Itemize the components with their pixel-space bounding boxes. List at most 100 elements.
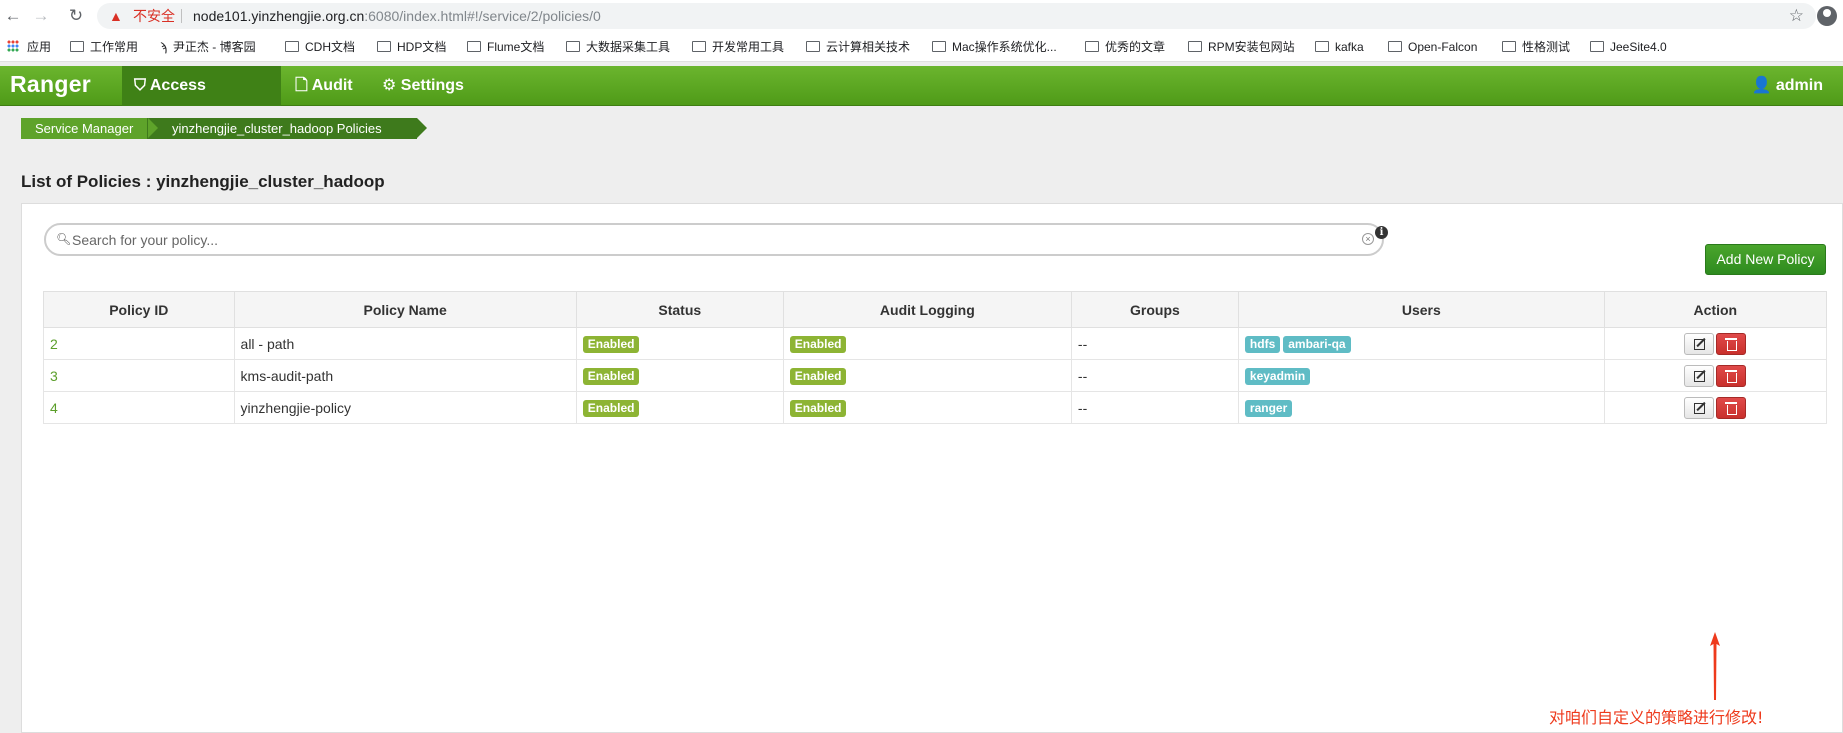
nav-settings[interactable]: ⚙ Settings bbox=[370, 66, 476, 106]
bookmark-item[interactable]: 性格测试 bbox=[1502, 39, 1570, 55]
audit-badge: Enabled bbox=[789, 367, 847, 385]
bookmark-label: 开发常用工具 bbox=[712, 40, 785, 54]
bookmarks-bar: 应用 工作常用 ϡ 尹正杰 - 博客园 CDH文档 HDP文档 Flume文档 大… bbox=[0, 32, 1843, 62]
user-name: admin bbox=[1775, 77, 1823, 94]
bookmark-label: 优秀的文章 bbox=[1105, 40, 1166, 54]
edit-policy-button[interactable] bbox=[1684, 332, 1715, 355]
bookmark-favicon-icon: ϡ bbox=[160, 40, 167, 54]
delete-policy-button[interactable] bbox=[1716, 332, 1747, 355]
clear-search-icon[interactable]: × bbox=[1362, 233, 1374, 245]
forward-arrow-icon[interactable]: → bbox=[30, 5, 52, 27]
column-header-users[interactable]: Users bbox=[1237, 291, 1605, 328]
edit-policy-button[interactable] bbox=[1684, 364, 1715, 387]
audit-cell: Enabled bbox=[782, 359, 1072, 392]
user-icon: 👤 bbox=[1751, 77, 1772, 94]
action-cell bbox=[1603, 327, 1828, 360]
policy-name: yinzhengjie-policy bbox=[233, 391, 577, 424]
bookmark-item[interactable]: 优秀的文章 bbox=[1085, 39, 1165, 55]
edit-policy-button[interactable] bbox=[1684, 396, 1715, 419]
delete-policy-button[interactable] bbox=[1716, 396, 1747, 419]
table-row: 2 all - path Enabled Enabled -- hdfs amba… bbox=[43, 327, 1828, 360]
user-badge: hdfs bbox=[1244, 335, 1281, 353]
folder-icon bbox=[1590, 41, 1604, 52]
folder-icon bbox=[1188, 41, 1202, 52]
column-header-policy-id[interactable]: Policy ID bbox=[43, 291, 235, 328]
policy-id-link[interactable]: 4 bbox=[43, 391, 235, 424]
insecure-label: 不安全 bbox=[133, 8, 175, 24]
folder-icon bbox=[1388, 41, 1402, 52]
back-arrow-icon[interactable]: ← bbox=[2, 5, 24, 27]
address-separator bbox=[181, 9, 182, 23]
user-menu[interactable]: 👤 admin bbox=[1740, 66, 1836, 106]
ranger-logo[interactable]: Ranger bbox=[10, 71, 91, 98]
info-icon[interactable]: i bbox=[1375, 226, 1388, 239]
users-cell: ranger bbox=[1237, 391, 1605, 424]
page-title: List of Policies : yinzhengjie_cluster_h… bbox=[21, 172, 385, 191]
ranger-navbar: Ranger ⛉ Access Manager 🗋 Audit ⚙ Settin… bbox=[0, 66, 1843, 134]
bookmark-star-icon[interactable]: ☆ bbox=[1789, 3, 1804, 29]
bookmark-apps[interactable]: 应用 bbox=[7, 39, 51, 55]
column-header-groups[interactable]: Groups bbox=[1070, 291, 1239, 328]
bookmark-item[interactable]: Mac操作系统优化... bbox=[932, 39, 1057, 55]
bookmark-label: 性格测试 bbox=[1522, 40, 1571, 54]
bookmark-label: Open-Falcon bbox=[1408, 40, 1478, 54]
bookmark-item[interactable]: Flume文档 bbox=[467, 39, 544, 55]
bookmark-label: JeeSite4.0 bbox=[1610, 40, 1667, 54]
folder-icon bbox=[1502, 41, 1516, 52]
user-badge: ranger bbox=[1244, 399, 1293, 417]
bookmark-label: 工作常用 bbox=[90, 40, 139, 54]
policy-name: kms-audit-path bbox=[233, 359, 577, 392]
folder-icon bbox=[806, 41, 820, 52]
annotation-text: 对咱们自定义的策略进行修改! bbox=[1549, 708, 1764, 727]
add-new-policy-button[interactable]: Add New Policy bbox=[1705, 244, 1826, 275]
bookmark-label: 应用 bbox=[27, 40, 52, 54]
folder-icon bbox=[285, 41, 299, 52]
folder-icon bbox=[1085, 41, 1099, 52]
policy-id-link[interactable]: 2 bbox=[43, 327, 235, 360]
bookmark-item[interactable]: HDP文档 bbox=[377, 39, 446, 55]
bookmark-label: kafka bbox=[1335, 40, 1364, 54]
user-badge: ambari-qa bbox=[1283, 335, 1351, 353]
audit-cell: Enabled bbox=[782, 391, 1072, 424]
url-text[interactable]: node101.yinzhengjie.org.cn:6080/index.ht… bbox=[193, 3, 601, 29]
bookmark-item[interactable]: RPM安装包网站 bbox=[1188, 39, 1295, 55]
search-input[interactable] bbox=[72, 230, 1352, 250]
delete-policy-button[interactable] bbox=[1716, 364, 1747, 387]
bookmark-item[interactable]: 开发常用工具 bbox=[692, 39, 784, 55]
breadcrumb-current: yinzhengjie_cluster_hadoop Policies bbox=[147, 118, 427, 139]
search-icon: 🔍︎ bbox=[56, 232, 72, 246]
bookmark-label: Flume文档 bbox=[487, 40, 545, 54]
groups-cell: -- bbox=[1070, 391, 1239, 424]
bookmark-item[interactable]: ϡ 尹正杰 - 博客园 bbox=[160, 39, 256, 55]
table-row: 3 kms-audit-path Enabled Enabled -- keya… bbox=[43, 359, 1828, 392]
nav-audit[interactable]: 🗋 Audit bbox=[283, 66, 365, 106]
status-badge: Enabled bbox=[582, 335, 640, 353]
audit-cell: Enabled bbox=[782, 327, 1072, 360]
bookmark-item[interactable]: kafka bbox=[1315, 39, 1364, 55]
bookmark-item[interactable]: 工作常用 bbox=[70, 39, 138, 55]
folder-icon bbox=[932, 41, 946, 52]
bookmark-item[interactable]: 云计算相关技术 bbox=[806, 39, 910, 55]
folder-icon bbox=[70, 41, 84, 52]
reload-icon[interactable]: ↻ bbox=[65, 5, 87, 27]
breadcrumb-service-manager[interactable]: Service Manager bbox=[21, 118, 158, 139]
status-cell: Enabled bbox=[575, 391, 784, 424]
column-header-status[interactable]: Status bbox=[575, 291, 784, 328]
search-box[interactable]: 🔍︎ × bbox=[44, 223, 1384, 256]
profile-icon[interactable] bbox=[1817, 6, 1837, 26]
policy-id-link[interactable]: 3 bbox=[43, 359, 235, 392]
column-header-policy-name[interactable]: Policy Name bbox=[233, 291, 577, 328]
nav-access-manager[interactable]: ⛉ Access Manager bbox=[122, 66, 281, 134]
bookmark-item[interactable]: JeeSite4.0 bbox=[1590, 39, 1667, 55]
bookmark-item[interactable]: Open-Falcon bbox=[1388, 39, 1477, 55]
audit-badge: Enabled bbox=[789, 335, 847, 353]
users-cell: keyadmin bbox=[1237, 359, 1605, 392]
url-path: :6080/index.html#!/service/2/policies/0 bbox=[364, 8, 601, 24]
apps-grid-icon bbox=[7, 40, 19, 52]
action-cell bbox=[1603, 391, 1828, 424]
bookmark-item[interactable]: CDH文档 bbox=[285, 39, 355, 55]
column-header-audit-logging[interactable]: Audit Logging bbox=[782, 291, 1072, 328]
address-bar[interactable]: ▲ 不安全 node101.yinzhengjie.org.cn:6080/in… bbox=[97, 3, 1816, 29]
bookmark-item[interactable]: 大数据采集工具 bbox=[566, 39, 670, 55]
bookmark-label: HDP文档 bbox=[397, 40, 447, 54]
